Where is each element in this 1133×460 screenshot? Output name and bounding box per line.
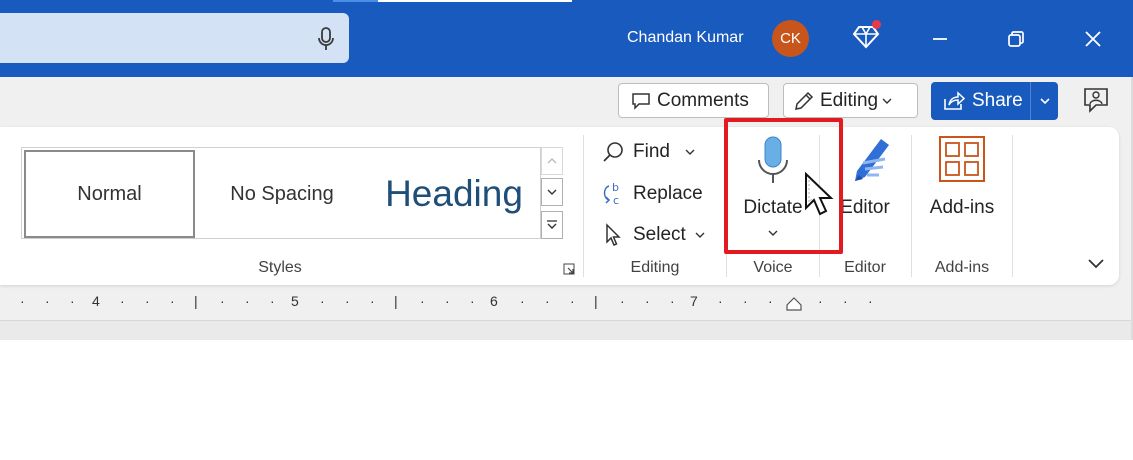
collapse-ribbon-icon[interactable] [1086,256,1106,270]
share-main[interactable]: Share [931,82,1031,120]
share-icon [944,91,965,110]
ruler-number: 7 [690,293,698,309]
ruler-number: 4 [92,293,100,309]
select-button[interactable]: Select [600,222,705,248]
gallery-scroll-down[interactable] [541,178,563,206]
style-normal[interactable]: Normal [24,150,195,238]
replace-button[interactable]: b c Replace [600,181,703,207]
style-heading[interactable]: Heading [369,150,539,238]
editor-pen-icon [855,139,889,181]
pointer-icon [600,222,626,248]
chevron-down-icon [547,189,557,195]
title-bar: Chandan Kumar CK [0,0,1133,77]
add-ins-grid-icon [939,136,985,182]
chevron-up-icon [547,158,557,164]
microphone-icon[interactable] [317,27,335,51]
document-top-border [0,320,1133,340]
replace-icon: b c [600,181,626,207]
indent-marker-icon[interactable] [784,296,804,312]
share-button[interactable]: Share [931,82,1058,120]
ruler: · · · 4 · · · | · · · 5 · · · | · · · 6 · · · | · · · 7 · · · … [0,292,900,314]
title-accent-strip-light [378,0,572,2]
close-button[interactable] [1076,22,1110,56]
comments-button[interactable]: Comments [618,83,769,118]
chevron-down-icon [882,98,892,104]
minimize-button[interactable] [923,22,957,56]
premium-diamond-icon[interactable] [852,20,881,50]
add-ins-button[interactable]: Add-ins [920,133,1004,219]
add-ins-label: Add-ins [929,197,995,218]
coauthor-icon[interactable] [1082,86,1110,116]
chevron-down-icon [1039,98,1050,105]
search-box[interactable] [0,13,349,63]
blank-area [0,340,1133,460]
search-icon [600,139,626,165]
avatar[interactable]: CK [772,20,809,57]
group-separator [583,135,584,277]
group-separator [911,135,912,277]
comments-label: Comments [657,89,749,111]
select-label: Select [633,224,686,245]
close-icon [1085,31,1101,47]
ribbon-panel: Normal No Spacing Heading Styles Find b … [0,127,1119,285]
editor-label: Editor [840,197,890,218]
styles-group-label: Styles [258,259,302,276]
gallery-scroll-up[interactable] [541,147,563,175]
notification-dot [872,20,881,29]
svg-text:b: b [612,181,619,194]
editing-mode-button[interactable]: Editing [783,83,918,118]
pencil-icon [795,91,814,110]
minimize-icon [933,38,947,40]
title-accent-strip [333,0,378,2]
voice-group-label: Voice [753,259,793,276]
find-label: Find [633,141,670,162]
replace-label: Replace [633,183,703,204]
style-no-spacing[interactable]: No Spacing [197,150,367,238]
restore-button[interactable] [999,22,1033,56]
editor-group-label: Editor [844,259,886,276]
add-ins-group-label: Add-ins [934,259,990,276]
find-button[interactable]: Find [600,139,695,165]
gallery-more-button[interactable] [541,211,563,239]
more-styles-icon [547,220,557,229]
share-dropdown-button[interactable] [1031,82,1058,120]
chevron-down-icon [685,149,695,155]
dialog-launcher-icon[interactable] [563,263,575,275]
svg-text:c: c [613,194,619,207]
comment-icon [632,92,650,110]
share-label: Share [972,90,1023,111]
styles-gallery: Normal No Spacing Heading [21,147,541,239]
ruler-number: 6 [490,293,498,309]
editing-mode-label: Editing [820,89,879,111]
user-name[interactable]: Chandan Kumar [627,29,744,47]
mouse-cursor-icon [805,172,834,216]
group-separator [1012,135,1013,277]
ruler-number: 5 [291,293,299,309]
restore-icon [1008,31,1024,47]
chevron-down-icon [695,232,705,238]
editing-group-label: Editing [630,259,680,276]
